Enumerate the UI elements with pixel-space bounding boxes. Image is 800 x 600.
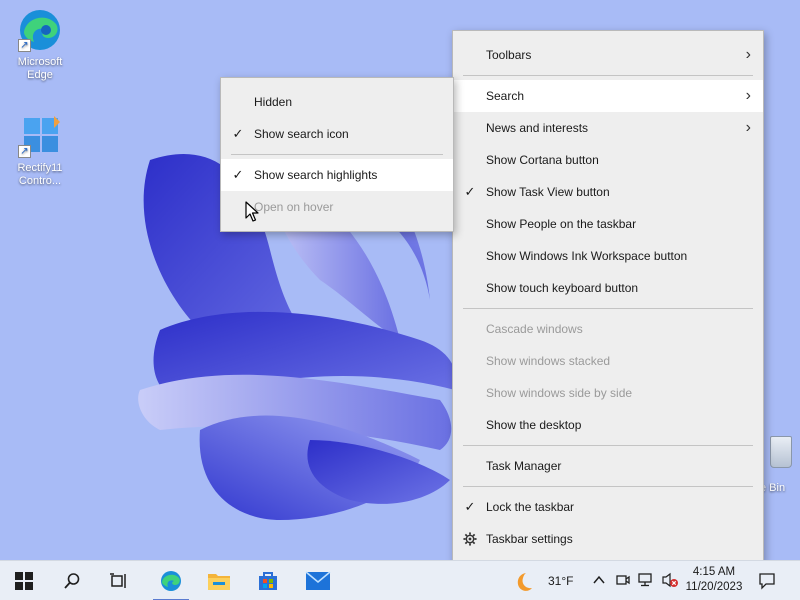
chevron-up-icon[interactable] <box>592 573 606 590</box>
weather-temperature[interactable]: 31°F <box>548 574 573 588</box>
menu-item-show-task-view-button[interactable]: ✓ Show Task View button <box>453 176 763 208</box>
gear-icon <box>463 532 477 546</box>
weather-moon-icon[interactable] <box>512 571 532 591</box>
submenu-item-show-search-highlights[interactable]: ✓ Show search highlights <box>221 159 453 191</box>
menu-item-task-manager[interactable]: Task Manager <box>453 450 763 482</box>
desktop-icon-rectify11[interactable]: ↗ Rectify11 Contro... <box>4 112 76 188</box>
menu-separator <box>463 75 753 76</box>
taskbar-search-button[interactable] <box>52 561 92 600</box>
chevron-right-icon: › <box>745 119 751 136</box>
submenu-item-show-search-icon[interactable]: ✓ Show search icon <box>221 118 453 150</box>
menu-separator <box>463 308 753 309</box>
edge-icon <box>161 571 181 591</box>
menu-item-taskbar-settings[interactable]: Taskbar settings <box>453 523 763 555</box>
volume-muted-icon[interactable] <box>661 572 679 591</box>
taskbar-clock[interactable]: 4:15 AM 11/20/2023 <box>682 565 746 595</box>
desktop-icon-label: Microsoft Edge <box>17 56 63 81</box>
menu-item-cascade-windows: Cascade windows <box>486 322 583 336</box>
menu-separator <box>231 154 443 155</box>
clock-date: 11/20/2023 <box>685 581 743 593</box>
network-icon[interactable] <box>638 573 654 590</box>
taskbar: 31°F <box>0 560 800 600</box>
mail-icon <box>305 571 331 590</box>
taskbar-store-button[interactable] <box>248 561 288 600</box>
menu-separator <box>463 486 753 487</box>
clock-time: 4:15 AM <box>692 566 736 578</box>
menu-item-show-windows-stacked: Show windows stacked <box>486 354 611 368</box>
menu-item-show-the-desktop[interactable]: Show the desktop <box>453 409 763 441</box>
menu-item-show-ink-workspace[interactable]: Show Windows Ink Workspace button <box>453 240 763 272</box>
desktop-icon-label: Rectify11 Contro... <box>17 162 63 187</box>
taskbar-edge-button[interactable] <box>151 561 191 600</box>
mouse-cursor-icon <box>245 201 259 222</box>
checkmark-icon: ✓ <box>232 167 244 182</box>
notification-icon[interactable] <box>758 572 776 593</box>
desktop-icon-edge[interactable]: ↗ Microsoft Edge <box>4 6 76 82</box>
submenu-item-hidden[interactable]: Hidden <box>221 86 453 118</box>
menu-item-toolbars[interactable]: Toolbars › <box>453 39 763 71</box>
checkmark-icon: ✓ <box>232 126 244 141</box>
control-panel-icon: ↗ <box>16 112 64 160</box>
search-icon <box>64 573 80 589</box>
start-icon <box>15 572 33 590</box>
desktop-icon-recycle-bin[interactable]: e Bin <box>760 436 800 494</box>
menu-separator <box>463 445 753 446</box>
menu-item-search[interactable]: Search › <box>453 80 763 112</box>
meet-now-icon[interactable] <box>616 573 630 590</box>
menu-item-lock-the-taskbar[interactable]: ✓ Lock the taskbar <box>453 491 763 523</box>
checkmark-icon: ✓ <box>464 184 476 199</box>
task-view-button[interactable] <box>99 561 139 600</box>
checkmark-icon: ✓ <box>464 499 476 514</box>
menu-item-news-and-interests[interactable]: News and interests › <box>453 112 763 144</box>
menu-item-show-people[interactable]: Show People on the taskbar <box>453 208 763 240</box>
edge-icon: ↗ <box>16 6 64 54</box>
desktop-icon-label: e Bin <box>760 482 786 494</box>
start-button[interactable] <box>4 561 44 600</box>
menu-item-show-cortana-button[interactable]: Show Cortana button <box>453 144 763 176</box>
taskbar-mail-button[interactable] <box>298 561 338 600</box>
shortcut-arrow-icon: ↗ <box>18 39 31 52</box>
chevron-right-icon: › <box>745 46 751 63</box>
recycle-bin-icon <box>770 436 792 468</box>
taskbar-context-menu: Toolbars › Search › News and interests ›… <box>452 30 764 564</box>
microsoft-store-icon <box>259 572 277 590</box>
menu-item-show-touch-keyboard[interactable]: Show touch keyboard button <box>453 272 763 304</box>
file-explorer-icon <box>208 574 230 590</box>
task-view-icon <box>110 573 126 588</box>
menu-item-show-windows-side-by-side: Show windows side by side <box>486 386 633 400</box>
taskbar-file-explorer-button[interactable] <box>199 561 239 600</box>
shortcut-arrow-icon: ↗ <box>18 145 31 158</box>
chevron-right-icon: › <box>745 87 751 104</box>
